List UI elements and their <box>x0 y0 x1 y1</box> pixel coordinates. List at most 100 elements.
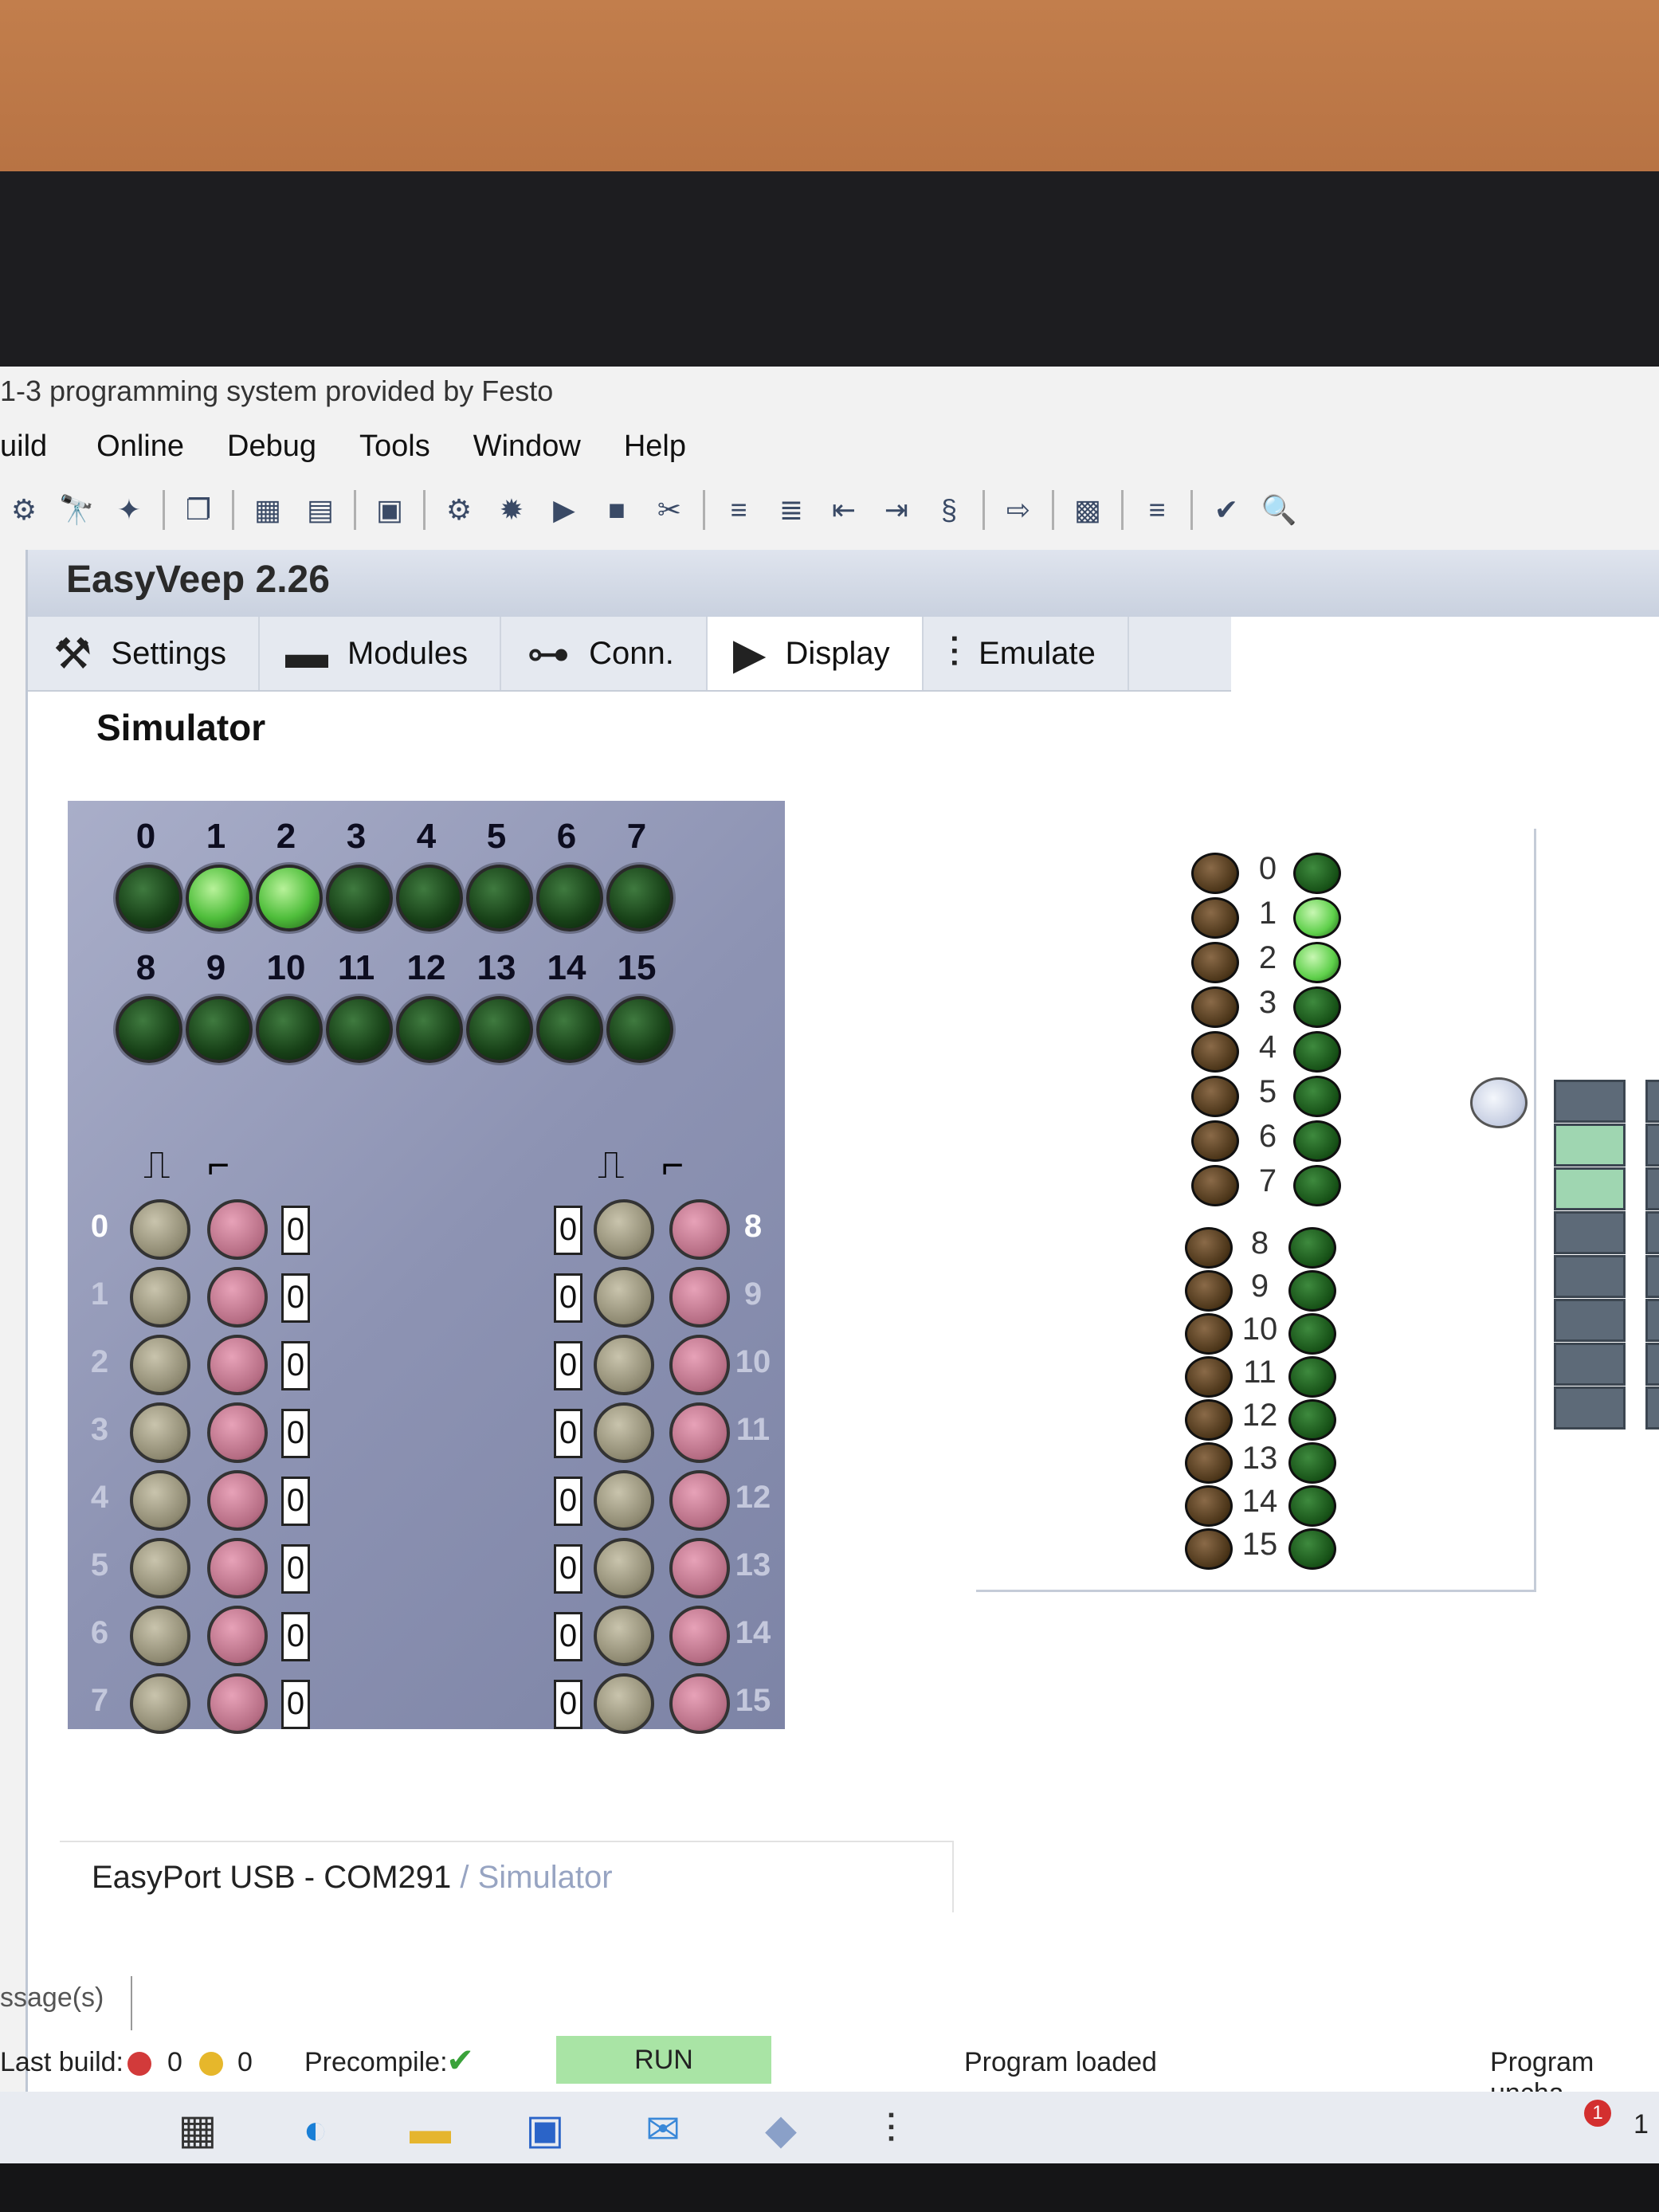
input-state-led <box>1185 1442 1233 1484</box>
input-switch[interactable] <box>594 1402 654 1463</box>
input-button[interactable] <box>207 1606 268 1666</box>
input-button[interactable] <box>669 1538 730 1598</box>
toolbar-separator <box>1190 490 1193 530</box>
jump-icon[interactable]: § <box>930 491 968 529</box>
input-button[interactable] <box>669 1606 730 1666</box>
input-button[interactable] <box>669 1199 730 1260</box>
input-button[interactable] <box>669 1402 730 1463</box>
io-number: 14 <box>1241 1484 1278 1519</box>
step-next-icon[interactable]: ⇥ <box>877 491 916 529</box>
input-switch[interactable] <box>594 1470 654 1531</box>
input-switch[interactable] <box>594 1335 654 1395</box>
output-state-led <box>1288 1270 1336 1312</box>
warning-count: 0 <box>237 2047 253 2077</box>
knob-icon[interactable] <box>1470 1077 1528 1128</box>
input-button[interactable] <box>207 1470 268 1531</box>
mode-label: / Simulator <box>460 1860 613 1895</box>
output-led <box>186 865 253 931</box>
port-label: EasyPort USB - COM291 <box>92 1860 452 1895</box>
io-number: 13 <box>1241 1441 1278 1476</box>
input-switch[interactable] <box>130 1335 190 1395</box>
run-icon[interactable]: ▶ <box>545 491 583 529</box>
menu-online[interactable]: Online <box>96 422 206 470</box>
input-button[interactable] <box>207 1199 268 1260</box>
edge-icon[interactable]: ◐ <box>290 2104 341 2155</box>
tab-emulate[interactable]: ⫶ Emulate <box>924 617 1129 690</box>
input-switch[interactable] <box>594 1199 654 1260</box>
input-switch[interactable] <box>594 1673 654 1734</box>
input-switch[interactable] <box>130 1402 190 1463</box>
input-button[interactable] <box>669 1470 730 1531</box>
filter-icon[interactable]: ≡ <box>1138 491 1176 529</box>
gears-icon[interactable]: ⚙ <box>440 491 478 529</box>
input-button[interactable] <box>207 1402 268 1463</box>
menu-window[interactable]: Window <box>473 422 603 470</box>
input-switch[interactable] <box>130 1673 190 1734</box>
menu-build[interactable]: uild <box>0 422 69 470</box>
tab-conn[interactable]: ⊶ Conn. <box>501 617 708 690</box>
output-led <box>116 865 182 931</box>
input-number: 7 <box>90 1683 109 1718</box>
arrow-right-icon[interactable]: ⇨ <box>999 491 1037 529</box>
gear-stop-icon[interactable]: ✹ <box>492 491 531 529</box>
file-explorer-icon[interactable]: ▬ <box>405 2104 456 2155</box>
menu-tools[interactable]: Tools <box>359 422 453 470</box>
calendar-icon[interactable]: ▣ <box>371 491 409 529</box>
input-switch[interactable] <box>594 1267 654 1328</box>
copy-icon[interactable]: ❐ <box>179 491 218 529</box>
store-icon[interactable]: ▣ <box>520 2104 571 2155</box>
monitor-icon[interactable]: ▩ <box>1069 491 1107 529</box>
toolbar: ⚙ 🔭 ✦ ❐ ▦ ▤ ▣ ⚙ ✹ ▶ ■ ✂ ≡ ≣ ⇤ ⇥ § ⇨ ▩ ≡ … <box>0 478 1359 542</box>
wand-icon[interactable]: ✦ <box>110 491 148 529</box>
grid-dropdown-icon[interactable]: ▦ <box>249 491 287 529</box>
output-number: 0 <box>135 817 156 856</box>
input-number: 2 <box>90 1344 109 1379</box>
tab-display[interactable]: ▶ Display <box>707 617 924 690</box>
monitor-bezel-top <box>0 171 1659 490</box>
messages-tab[interactable]: ssage(s) <box>0 1976 132 2030</box>
menu-help[interactable]: Help <box>624 422 708 470</box>
input-button[interactable] <box>207 1673 268 1734</box>
output-state-led <box>1293 942 1341 983</box>
tools-icon[interactable]: ✂ <box>650 491 688 529</box>
warning-icon <box>199 2047 223 2078</box>
check-icon[interactable]: ✔ <box>1207 491 1245 529</box>
easyveep-taskbar-icon[interactable]: ⫶ <box>865 2104 916 2155</box>
input-switch[interactable] <box>130 1538 190 1598</box>
input-button[interactable] <box>669 1335 730 1395</box>
input-button[interactable] <box>669 1673 730 1734</box>
notification-badge[interactable]: 1 <box>1584 2100 1611 2127</box>
input-switch[interactable] <box>594 1538 654 1598</box>
task-view-icon[interactable]: ▦ <box>172 2104 223 2155</box>
search-icon[interactable]: 🔍 <box>1260 491 1298 529</box>
input-switch[interactable] <box>130 1606 190 1666</box>
output-number: 8 <box>135 948 156 987</box>
input-value: 0 <box>554 1680 582 1729</box>
input-switch[interactable] <box>130 1267 190 1328</box>
level-bar <box>1554 1080 1626 1123</box>
input-switch[interactable] <box>130 1199 190 1260</box>
input-button[interactable] <box>669 1267 730 1328</box>
tab-modules[interactable]: ▬ Modules <box>260 617 502 690</box>
precompile-label: Precompile: <box>304 2047 448 2077</box>
app-icon[interactable]: ◆ <box>755 2104 806 2155</box>
input-switch[interactable] <box>594 1606 654 1666</box>
stop-icon[interactable]: ■ <box>598 491 636 529</box>
step-over-icon[interactable]: ≣ <box>772 491 810 529</box>
output-led <box>326 996 393 1063</box>
binoculars-icon[interactable]: 🔭 <box>57 491 96 529</box>
output-led <box>606 996 673 1063</box>
input-button[interactable] <box>207 1335 268 1395</box>
mail-icon[interactable]: ✉ <box>637 2104 688 2155</box>
build-icon[interactable]: ⚙ <box>5 491 43 529</box>
input-number: 6 <box>90 1615 109 1650</box>
input-button[interactable] <box>207 1538 268 1598</box>
tab-label: Settings <box>111 635 226 671</box>
tab-settings[interactable]: ⚒ Settings <box>28 617 260 690</box>
input-button[interactable] <box>207 1267 268 1328</box>
input-switch[interactable] <box>130 1470 190 1531</box>
step-out-icon[interactable]: ⇤ <box>825 491 863 529</box>
paste-icon[interactable]: ▤ <box>301 491 339 529</box>
step-into-icon[interactable]: ≡ <box>720 491 758 529</box>
menu-debug[interactable]: Debug <box>227 422 339 470</box>
